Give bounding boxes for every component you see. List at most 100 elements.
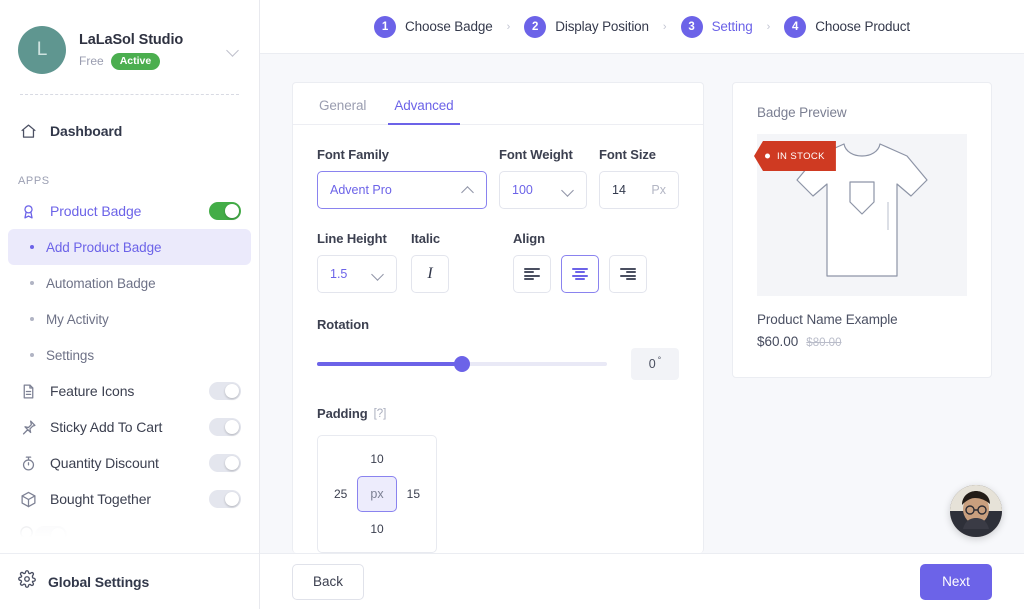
line-height-value: 1.5 xyxy=(330,267,348,281)
back-button[interactable]: Back xyxy=(292,563,364,600)
sidebar-item-label: Sticky Add To Cart xyxy=(50,419,163,435)
chevron-down-icon[interactable] xyxy=(225,42,241,58)
sidebar-item-quantity-discount[interactable]: Quantity Discount xyxy=(8,445,251,481)
italic-icon: I xyxy=(427,265,433,282)
toggle-truncated[interactable] xyxy=(35,526,67,541)
step-number: 3 xyxy=(680,15,703,38)
line-height-group: Line Height 1.5 xyxy=(317,231,397,293)
font-size-input[interactable]: 14 Px xyxy=(599,171,679,209)
padding-top-input[interactable]: 10 xyxy=(370,452,383,466)
bullet-icon xyxy=(30,317,34,321)
home-icon xyxy=(18,121,38,141)
preview-image-area: IN STOCK xyxy=(754,134,967,296)
sidebar-item-add-product-badge[interactable]: Add Product Badge xyxy=(8,229,251,265)
sidebar-item-global-settings[interactable]: Global Settings xyxy=(0,553,259,609)
sidebar-item-settings[interactable]: Settings xyxy=(8,337,251,373)
sidebar-subitem-label: My Activity xyxy=(46,311,109,327)
gear-icon xyxy=(18,570,36,593)
sidebar-item-product-badge[interactable]: Product Badge xyxy=(8,193,251,229)
font-weight-label: Font Weight xyxy=(499,147,573,162)
padding-bottom-input[interactable]: 10 xyxy=(370,522,383,536)
padding-left-input[interactable]: 25 xyxy=(334,487,347,501)
account-switcher[interactable]: L LaLaSol Studio Free Active xyxy=(0,0,259,82)
sidebar-subitem-label: Automation Badge xyxy=(46,275,156,291)
padding-right-input[interactable]: 15 xyxy=(407,487,420,501)
align-label: Align xyxy=(513,231,545,246)
toggle-feature-icons[interactable] xyxy=(209,382,241,400)
sidebar-item-bought-together[interactable]: Bought Together xyxy=(8,481,251,517)
italic-group: Italic I xyxy=(411,231,491,293)
chevron-up-icon xyxy=(462,184,474,196)
badge-tag: IN STOCK xyxy=(754,141,836,171)
italic-toggle-button[interactable]: I xyxy=(411,255,449,293)
font-weight-select[interactable]: 100 xyxy=(499,171,587,209)
step-label: Choose Badge xyxy=(405,19,493,34)
toggle-bought-together[interactable] xyxy=(209,490,241,508)
chevron-down-icon xyxy=(372,268,384,280)
sidebar-subitem-label: Settings xyxy=(46,347,94,363)
align-left-button[interactable] xyxy=(513,255,551,293)
step-label: Display Position xyxy=(555,19,649,34)
font-family-label: Font Family xyxy=(317,147,389,162)
sidebar-item-sticky-add-to-cart[interactable]: Sticky Add To Cart xyxy=(8,409,251,445)
step-separator-icon: › xyxy=(506,20,511,33)
step-choose-product[interactable]: 4 Choose Product xyxy=(784,15,910,38)
step-setting[interactable]: 3 Setting xyxy=(680,15,753,38)
align-right-button[interactable] xyxy=(609,255,647,293)
toggle-product-badge[interactable] xyxy=(209,202,241,220)
padding-help-icon[interactable]: [?] xyxy=(374,408,387,420)
rotation-slider[interactable] xyxy=(317,356,607,372)
font-family-group: Font Family Advent Pro xyxy=(317,147,487,209)
preview-product-name: Product Name Example xyxy=(757,312,898,327)
padding-group: Padding [?] 10 25 15 10 px xyxy=(317,406,679,553)
bullet-icon xyxy=(30,245,34,249)
support-agent-photo xyxy=(950,485,1002,537)
account-meta: Free Active xyxy=(79,52,225,70)
rotation-unit: ° xyxy=(657,355,662,365)
step-separator-icon: › xyxy=(662,20,667,33)
pin-icon xyxy=(18,417,38,437)
typography-row: Font Family Advent Pro Font Weight 100 F… xyxy=(317,147,679,209)
step-display-position[interactable]: 2 Display Position xyxy=(524,15,649,38)
step-separator-icon: › xyxy=(766,20,771,33)
bullet-icon xyxy=(30,353,34,357)
step-label: Choose Product xyxy=(815,19,910,34)
line-height-select[interactable]: 1.5 xyxy=(317,255,397,293)
align-left-icon xyxy=(524,268,540,280)
align-right-icon xyxy=(620,268,636,280)
sidebar: L LaLaSol Studio Free Active Dashboard A… xyxy=(0,0,260,609)
align-center-button[interactable] xyxy=(561,255,599,293)
sidebar-subitem-label: Add Product Badge xyxy=(46,239,162,255)
align-center-icon xyxy=(572,268,588,280)
main-content: 1 Choose Badge › 2 Display Position › 3 … xyxy=(260,0,1024,609)
toggle-sticky-add-to-cart[interactable] xyxy=(209,418,241,436)
tab-advanced[interactable]: Advanced xyxy=(388,98,460,125)
badge-text: IN STOCK xyxy=(777,150,825,162)
sidebar-item-my-activity[interactable]: My Activity xyxy=(8,301,251,337)
preview-title: Badge Preview xyxy=(757,105,847,120)
badge-preview-panel: Badge Preview IN STOCK Product Name Exam… xyxy=(732,82,992,378)
toggle-quantity-discount[interactable] xyxy=(209,454,241,472)
sidebar-item-label: Feature Icons xyxy=(50,383,135,399)
sidebar-item-truncated[interactable] xyxy=(8,517,251,541)
award-badge-icon xyxy=(18,201,38,221)
tab-general[interactable]: General xyxy=(317,98,368,124)
padding-unit-selector[interactable]: px xyxy=(357,476,397,512)
font-weight-value: 100 xyxy=(512,183,533,197)
rotation-label: Rotation xyxy=(317,317,369,332)
support-chat-avatar[interactable] xyxy=(950,485,1002,537)
preview-price-row: $60.00 $80.00 xyxy=(757,334,967,349)
advanced-form: Font Family Advent Pro Font Weight 100 F… xyxy=(293,125,703,553)
sidebar-item-automation-badge[interactable]: Automation Badge xyxy=(8,265,251,301)
rotation-slider-thumb[interactable] xyxy=(454,356,470,372)
sidebar-item-feature-icons[interactable]: Feature Icons xyxy=(8,373,251,409)
preview-old-price: $80.00 xyxy=(806,337,842,349)
account-info: LaLaSol Studio Free Active xyxy=(79,31,225,70)
step-choose-badge[interactable]: 1 Choose Badge xyxy=(374,15,493,38)
sidebar-item-dashboard[interactable]: Dashboard xyxy=(8,113,251,149)
font-family-select[interactable]: Advent Pro xyxy=(317,171,487,209)
font-size-label: Font Size xyxy=(599,147,656,162)
next-button[interactable]: Next xyxy=(920,563,992,600)
bullet-icon xyxy=(30,281,34,285)
content-area: General Advanced Font Family Advent Pro … xyxy=(260,54,1024,553)
